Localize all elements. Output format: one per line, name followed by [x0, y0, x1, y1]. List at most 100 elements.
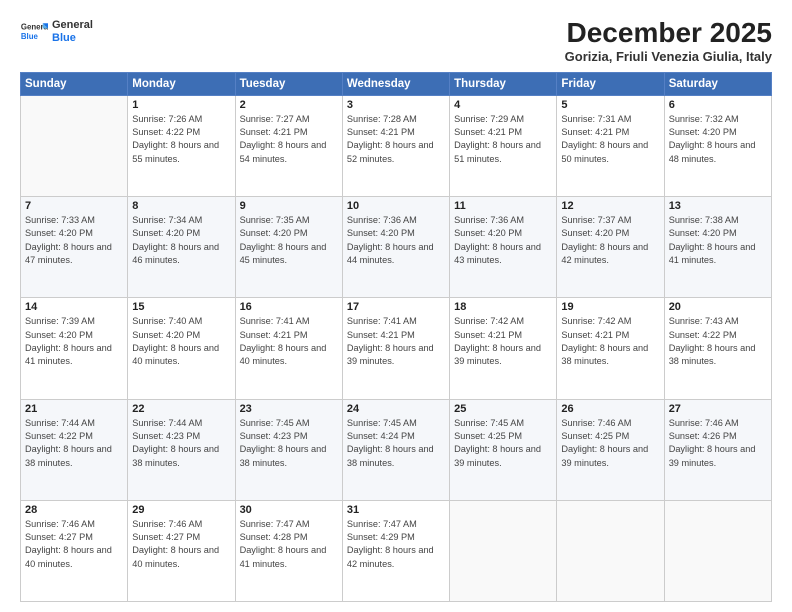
day-number: 5 [561, 99, 659, 111]
calendar-cell: 14Sunrise: 7:39 AMSunset: 4:20 PMDayligh… [21, 298, 128, 399]
calendar-week-3: 14Sunrise: 7:39 AMSunset: 4:20 PMDayligh… [21, 298, 772, 399]
calendar-cell: 17 Sunrise: 7:41 AMSunset: 4:21 PMDayligh… [342, 298, 449, 399]
day-number: 9 [240, 200, 338, 212]
calendar-cell [557, 500, 664, 601]
col-header-wednesday: Wednesday [342, 72, 449, 95]
col-header-saturday: Saturday [664, 72, 771, 95]
location: Gorizia, Friuli Venezia Giulia, Italy [565, 49, 772, 64]
calendar-cell [21, 95, 128, 196]
day-info: Sunrise: 7:39 AMSunset: 4:20 PMDaylight:… [25, 315, 123, 368]
calendar-header-row: SundayMondayTuesdayWednesdayThursdayFrid… [21, 72, 772, 95]
calendar-cell: 20Sunrise: 7:43 AMSunset: 4:22 PMDayligh… [664, 298, 771, 399]
day-info: Sunrise: 7:35 AMSunset: 4:20 PMDaylight:… [240, 214, 338, 267]
day-info: Sunrise: 7:45 AMSunset: 4:23 PMDaylight:… [240, 417, 338, 470]
calendar-cell: 28Sunrise: 7:46 AMSunset: 4:27 PMDayligh… [21, 500, 128, 601]
day-info: Sunrise: 7:37 AMSunset: 4:20 PMDaylight:… [561, 214, 659, 267]
day-info: Sunrise: 7:44 AMSunset: 4:22 PMDaylight:… [25, 417, 123, 470]
calendar-week-2: 7 Sunrise: 7:33 AMSunset: 4:20 PMDaylight… [21, 197, 772, 298]
day-number: 29 [132, 504, 230, 516]
day-number: 17 [347, 301, 445, 313]
day-info: Sunrise: 7:47 AMSunset: 4:29 PMDaylight:… [347, 518, 445, 571]
calendar-cell: 18 Sunrise: 7:42 AMSunset: 4:21 PMDayligh… [450, 298, 557, 399]
calendar: SundayMondayTuesdayWednesdayThursdayFrid… [20, 72, 772, 602]
day-number: 4 [454, 99, 552, 111]
col-header-monday: Monday [128, 72, 235, 95]
day-info: Sunrise: 7:36 AMSunset: 4:20 PMDaylight:… [454, 214, 552, 267]
day-number: 18 [454, 301, 552, 313]
day-number: 3 [347, 99, 445, 111]
calendar-week-1: 1Sunrise: 7:26 AMSunset: 4:22 PMDaylight… [21, 95, 772, 196]
day-info: Sunrise: 7:45 AMSunset: 4:25 PMDaylight:… [454, 417, 552, 470]
title-block: December 2025 Gorizia, Friuli Venezia Gi… [565, 18, 772, 64]
calendar-cell: 19Sunrise: 7:42 AMSunset: 4:21 PMDayligh… [557, 298, 664, 399]
day-number: 26 [561, 403, 659, 415]
calendar-cell: 3 Sunrise: 7:28 AMSunset: 4:21 PMDaylight… [342, 95, 449, 196]
calendar-cell: 27 Sunrise: 7:46 AMSunset: 4:26 PMDayligh… [664, 399, 771, 500]
col-header-tuesday: Tuesday [235, 72, 342, 95]
logo-icon: General Blue [20, 18, 48, 46]
calendar-week-4: 21 Sunrise: 7:44 AMSunset: 4:22 PMDayligh… [21, 399, 772, 500]
day-info: Sunrise: 7:45 AMSunset: 4:24 PMDaylight:… [347, 417, 445, 470]
day-number: 20 [669, 301, 767, 313]
day-number: 8 [132, 200, 230, 212]
day-info: Sunrise: 7:33 AMSunset: 4:20 PMDaylight:… [25, 214, 123, 267]
day-info: Sunrise: 7:42 AMSunset: 4:21 PMDaylight:… [454, 315, 552, 368]
calendar-cell: 22 Sunrise: 7:44 AMSunset: 4:23 PMDayligh… [128, 399, 235, 500]
day-number: 30 [240, 504, 338, 516]
day-info: Sunrise: 7:27 AMSunset: 4:21 PMDaylight:… [240, 113, 338, 166]
calendar-cell: 9 Sunrise: 7:35 AMSunset: 4:20 PMDaylight… [235, 197, 342, 298]
day-number: 23 [240, 403, 338, 415]
calendar-cell [664, 500, 771, 601]
day-info: Sunrise: 7:46 AMSunset: 4:27 PMDaylight:… [132, 518, 230, 571]
calendar-cell: 7 Sunrise: 7:33 AMSunset: 4:20 PMDaylight… [21, 197, 128, 298]
logo-blue: Blue [52, 32, 93, 45]
day-number: 27 [669, 403, 767, 415]
day-number: 11 [454, 200, 552, 212]
day-info: Sunrise: 7:29 AMSunset: 4:21 PMDaylight:… [454, 113, 552, 166]
day-number: 12 [561, 200, 659, 212]
day-info: Sunrise: 7:38 AMSunset: 4:20 PMDaylight:… [669, 214, 767, 267]
day-number: 15 [132, 301, 230, 313]
calendar-cell: 26 Sunrise: 7:46 AMSunset: 4:25 PMDayligh… [557, 399, 664, 500]
calendar-cell: 6Sunrise: 7:32 AMSunset: 4:20 PMDaylight… [664, 95, 771, 196]
day-number: 16 [240, 301, 338, 313]
day-info: Sunrise: 7:41 AMSunset: 4:21 PMDaylight:… [240, 315, 338, 368]
day-number: 10 [347, 200, 445, 212]
day-number: 28 [25, 504, 123, 516]
day-number: 7 [25, 200, 123, 212]
col-header-thursday: Thursday [450, 72, 557, 95]
day-info: Sunrise: 7:47 AMSunset: 4:28 PMDaylight:… [240, 518, 338, 571]
calendar-cell: 13 Sunrise: 7:38 AMSunset: 4:20 PMDayligh… [664, 197, 771, 298]
day-info: Sunrise: 7:31 AMSunset: 4:21 PMDaylight:… [561, 113, 659, 166]
day-info: Sunrise: 7:34 AMSunset: 4:20 PMDaylight:… [132, 214, 230, 267]
day-number: 13 [669, 200, 767, 212]
header: General Blue General Blue December 2025 … [20, 18, 772, 64]
svg-text:Blue: Blue [21, 32, 39, 41]
calendar-cell [450, 500, 557, 601]
day-info: Sunrise: 7:36 AMSunset: 4:20 PMDaylight:… [347, 214, 445, 267]
calendar-cell: 24 Sunrise: 7:45 AMSunset: 4:24 PMDayligh… [342, 399, 449, 500]
day-number: 22 [132, 403, 230, 415]
day-number: 2 [240, 99, 338, 111]
day-info: Sunrise: 7:44 AMSunset: 4:23 PMDaylight:… [132, 417, 230, 470]
col-header-friday: Friday [557, 72, 664, 95]
day-info: Sunrise: 7:32 AMSunset: 4:20 PMDaylight:… [669, 113, 767, 166]
day-number: 21 [25, 403, 123, 415]
day-number: 24 [347, 403, 445, 415]
day-info: Sunrise: 7:46 AMSunset: 4:25 PMDaylight:… [561, 417, 659, 470]
day-number: 19 [561, 301, 659, 313]
calendar-cell: 21 Sunrise: 7:44 AMSunset: 4:22 PMDayligh… [21, 399, 128, 500]
col-header-sunday: Sunday [21, 72, 128, 95]
calendar-cell: 30 Sunrise: 7:47 AMSunset: 4:28 PMDayligh… [235, 500, 342, 601]
calendar-cell: 4 Sunrise: 7:29 AMSunset: 4:21 PMDaylight… [450, 95, 557, 196]
day-number: 31 [347, 504, 445, 516]
calendar-cell: 16 Sunrise: 7:41 AMSunset: 4:21 PMDayligh… [235, 298, 342, 399]
month-title: December 2025 [565, 18, 772, 49]
calendar-cell: 11 Sunrise: 7:36 AMSunset: 4:20 PMDayligh… [450, 197, 557, 298]
day-info: Sunrise: 7:28 AMSunset: 4:21 PMDaylight:… [347, 113, 445, 166]
day-number: 25 [454, 403, 552, 415]
calendar-cell: 1Sunrise: 7:26 AMSunset: 4:22 PMDaylight… [128, 95, 235, 196]
logo-text: General Blue [52, 19, 93, 44]
day-info: Sunrise: 7:46 AMSunset: 4:26 PMDaylight:… [669, 417, 767, 470]
day-info: Sunrise: 7:41 AMSunset: 4:21 PMDaylight:… [347, 315, 445, 368]
